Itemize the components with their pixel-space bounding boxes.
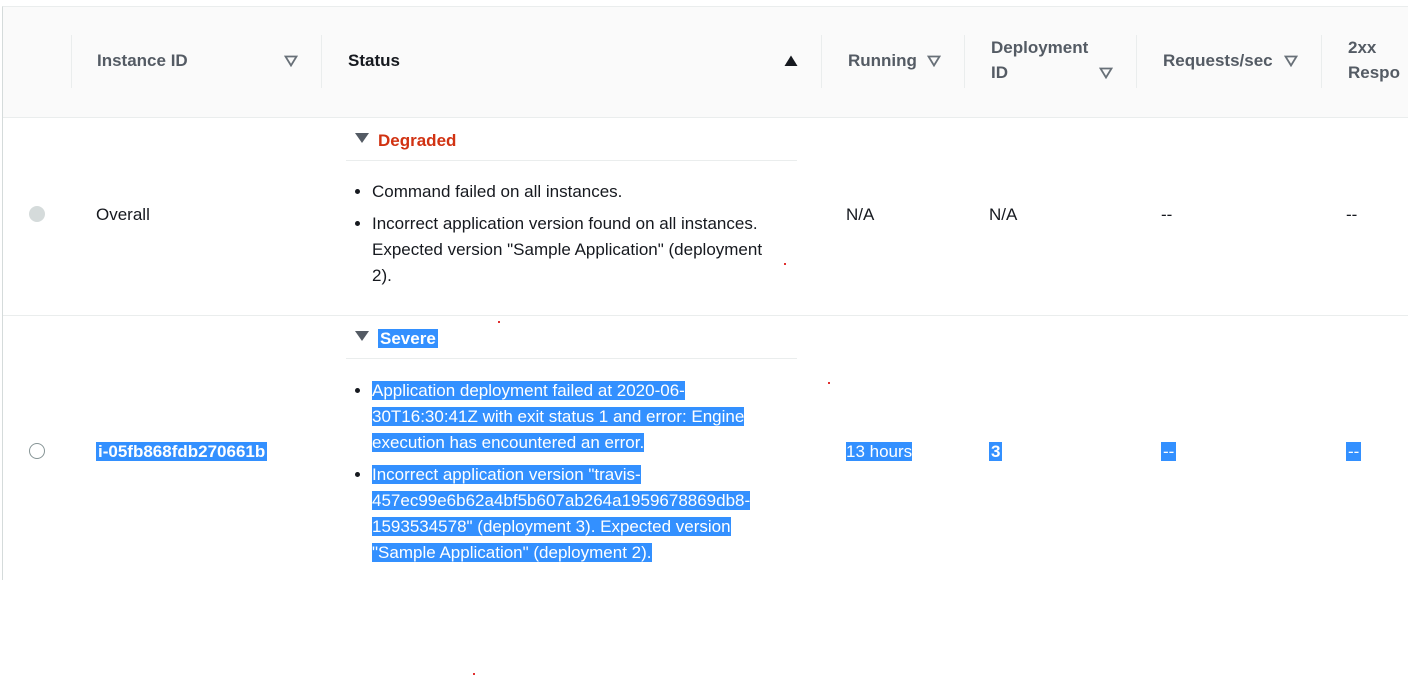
column-header-line: Deployment [991, 38, 1089, 57]
row-radio-button[interactable] [29, 443, 45, 459]
column-header-status[interactable]: Status [348, 48, 400, 73]
table-row: Overall Degraded Command failed on all i… [3, 118, 1408, 316]
deployment-id-cell: N/A [989, 205, 1018, 224]
marker-dot [828, 382, 830, 384]
sort-triangle-icon[interactable] [1099, 67, 1113, 79]
table-row: i-05fb868fdb270661b Severe Application d… [3, 316, 1408, 580]
column-header-line: ID [991, 63, 1008, 82]
marker-dot [784, 263, 786, 265]
caret-down-icon[interactable] [355, 331, 369, 341]
status-degraded-label: Degraded [378, 131, 457, 150]
status-message: Incorrect application version found on a… [372, 211, 782, 289]
instance-id-link[interactable]: i-05fb868fdb270661b [96, 441, 268, 463]
column-header-requests-sec[interactable]: Requests/sec [1163, 48, 1273, 73]
status-header[interactable]: Severe [346, 316, 797, 359]
status-message: Application deployment failed at 2020-06… [372, 378, 782, 456]
requests-sec-cell: -- [1161, 205, 1173, 224]
running-cell: N/A [846, 205, 875, 224]
column-header-line: Respo [1348, 63, 1400, 82]
row-radio-button [29, 206, 45, 222]
responses-2xx-cell: -- [1346, 205, 1358, 224]
table-header: Instance ID Status Running Deployment ID… [3, 7, 1408, 118]
column-separator [1136, 35, 1137, 88]
caret-down-icon[interactable] [355, 133, 369, 143]
status-message: Command failed on all instances. [372, 179, 782, 205]
status-severe-label: Severe [378, 329, 438, 348]
sort-ascending-icon[interactable] [784, 55, 798, 67]
column-header-line: 2xx [1348, 38, 1377, 57]
deployment-id-cell[interactable]: 3 [989, 441, 1003, 463]
column-separator [1321, 35, 1322, 88]
status-header[interactable]: Degraded [346, 118, 797, 161]
status-message: Incorrect application version "travis- 4… [372, 462, 782, 566]
status-messages: Application deployment failed at 2020-06… [346, 378, 782, 572]
sort-triangle-icon[interactable] [927, 55, 941, 67]
requests-sec-cell: -- [1161, 442, 1177, 461]
status-messages: Command failed on all instances. Incorre… [346, 179, 782, 295]
instances-table: Instance ID Status Running Deployment ID… [2, 6, 1408, 580]
running-cell: 13 hours [846, 442, 913, 461]
sort-triangle-icon[interactable] [284, 55, 298, 67]
column-header-2xx-responses[interactable]: 2xx Respo [1348, 35, 1400, 85]
responses-2xx-cell: -- [1346, 442, 1362, 461]
sort-triangle-icon[interactable] [1284, 55, 1298, 67]
column-separator [71, 35, 72, 88]
marker-dot [498, 321, 500, 323]
column-separator [321, 35, 322, 88]
column-header-deployment-id[interactable]: Deployment ID [991, 35, 1088, 85]
column-separator [821, 35, 822, 88]
column-separator [964, 35, 965, 88]
instance-id-cell: Overall [96, 205, 150, 224]
column-header-instance-id[interactable]: Instance ID [97, 48, 188, 73]
column-header-running[interactable]: Running [848, 48, 917, 73]
